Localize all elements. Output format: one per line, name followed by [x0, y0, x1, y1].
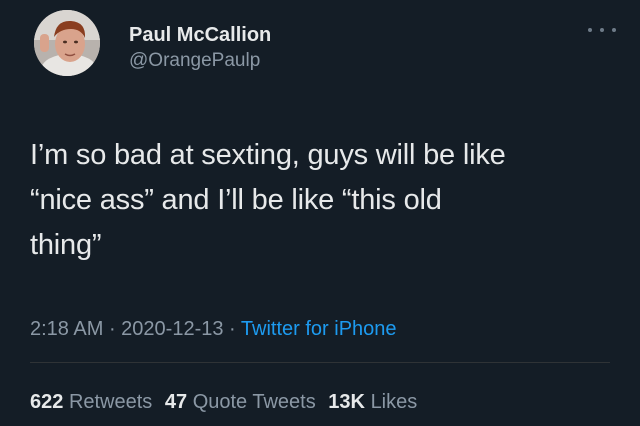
tweet-text: I’m so bad at sexting, guys will be like… — [30, 133, 610, 268]
tweet-date[interactable]: 2020-12-13 — [121, 318, 223, 340]
tweet-text-line: thing” — [30, 229, 102, 261]
tweet-card: Paul McCallion @OrangePaulp I’m so bad a… — [0, 0, 640, 426]
tweet-text-line: “nice ass” and I’ll be like “this old — [30, 184, 442, 216]
quote-tweets-count: 47 — [164, 391, 188, 413]
more-dot — [600, 28, 604, 32]
tweet-header: Paul McCallion @OrangePaulp — [129, 23, 271, 73]
engagement-stats: 622 Retweets 47 Quote Tweets 13K Likes — [30, 389, 424, 415]
tweet-source-link[interactable]: Twitter for iPhone — [241, 318, 397, 340]
more-horizontal-icon[interactable] — [588, 22, 616, 38]
tweet-time[interactable]: 2:18 AM — [30, 318, 103, 340]
meta-separator: · — [103, 318, 122, 340]
avatar[interactable] — [34, 10, 100, 76]
tweet-text-line: I’m so bad at sexting, guys will be like — [30, 139, 506, 171]
retweets-label: Retweets — [68, 391, 153, 413]
more-dot — [612, 28, 616, 32]
quote-tweets-label: Quote Tweets — [192, 391, 316, 413]
tweet-metadata: 2:18 AM · 2020-12-13 · Twitter for iPhon… — [30, 315, 397, 343]
meta-separator: · — [223, 318, 241, 340]
divider — [30, 362, 610, 363]
likes-stat[interactable]: 13K Likes — [328, 391, 417, 413]
more-dot — [588, 28, 592, 32]
display-name[interactable]: Paul McCallion — [129, 23, 271, 47]
retweets-stat[interactable]: 622 Retweets — [30, 391, 152, 413]
likes-count: 13K — [328, 391, 365, 413]
retweets-count: 622 — [30, 391, 64, 413]
likes-label: Likes — [370, 391, 418, 413]
quote-tweets-stat[interactable]: 47 Quote Tweets — [165, 391, 316, 413]
profile-photo-icon — [34, 10, 100, 76]
user-handle[interactable]: @OrangePaulp — [129, 49, 271, 73]
